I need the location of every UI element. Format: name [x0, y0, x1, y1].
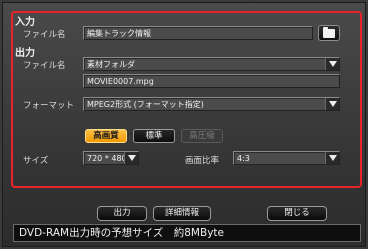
size-value: 720 * 480: [87, 154, 127, 163]
input-section-title: 入力: [15, 17, 35, 28]
aspect-select[interactable]: 4:3: [233, 151, 340, 165]
close-button[interactable]: 閉じる: [267, 206, 327, 221]
input-file-label: ファイル名: [23, 30, 66, 40]
estimated-size-status: DVD-RAM出力時の予想サイズ 約8MByte: [13, 224, 361, 242]
output-button[interactable]: 出力: [97, 206, 147, 221]
size-label: サイズ: [23, 156, 49, 166]
browse-folder-button[interactable]: [318, 25, 340, 41]
output-folder-select[interactable]: 素材フォルダ: [83, 57, 340, 71]
input-file-field[interactable]: 編集トラック情報: [83, 26, 313, 40]
details-button[interactable]: 詳細情報: [153, 206, 211, 221]
aspect-value: 4:3: [237, 154, 250, 163]
quality-standard-button[interactable]: 標準: [133, 129, 175, 143]
aspect-label: 画面比率: [185, 156, 220, 166]
output-folder-value: 素材フォルダ: [87, 60, 135, 69]
chevron-down-icon[interactable]: [124, 152, 138, 164]
output-section-title: 出力: [15, 48, 35, 59]
output-filename-field[interactable]: MOVIE0007.mpg: [83, 74, 340, 88]
folder-icon: [323, 26, 335, 38]
format-label: フォーマット: [23, 101, 75, 111]
export-dialog: 入力 ファイル名 編集トラック情報 出力 ファイル名 素材フォルダ MOVIE0…: [2, 2, 366, 247]
quality-high-button[interactable]: 高画質: [85, 129, 127, 143]
output-file-label: ファイル名: [23, 61, 66, 71]
format-value: MPEG2形式 (フォーマット指定): [87, 100, 204, 109]
quality-high-compression-button: 高圧縮: [181, 129, 223, 143]
chevron-down-icon[interactable]: [325, 152, 339, 164]
chevron-down-icon[interactable]: [325, 58, 339, 70]
format-select[interactable]: MPEG2形式 (フォーマット指定): [83, 97, 340, 111]
size-select[interactable]: 720 * 480: [83, 151, 139, 165]
chevron-down-icon[interactable]: [325, 98, 339, 110]
